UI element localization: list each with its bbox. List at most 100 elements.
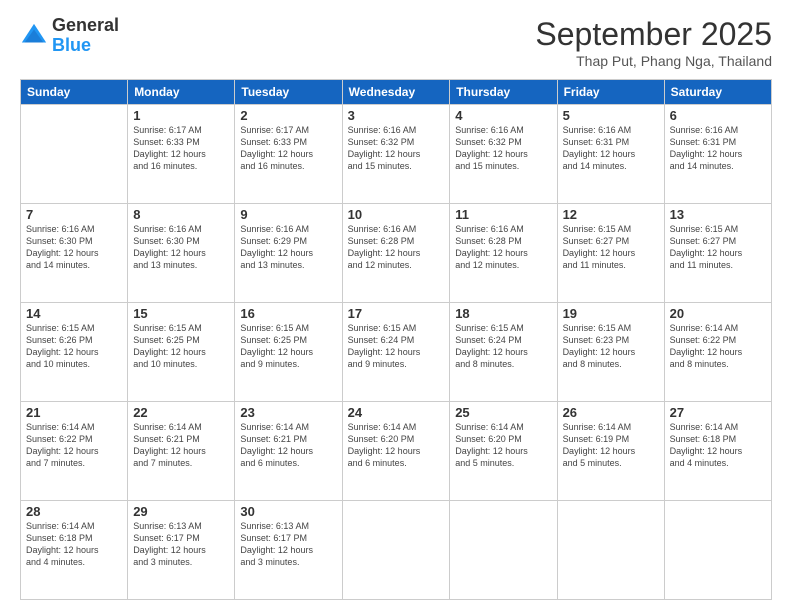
day-number: 3: [348, 108, 445, 123]
day-info: Sunrise: 6:15 AM Sunset: 6:25 PM Dayligh…: [240, 322, 336, 371]
day-info: Sunrise: 6:17 AM Sunset: 6:33 PM Dayligh…: [240, 124, 336, 173]
day-number: 15: [133, 306, 229, 321]
day-info: Sunrise: 6:13 AM Sunset: 6:17 PM Dayligh…: [240, 520, 336, 569]
calendar-cell: 25Sunrise: 6:14 AM Sunset: 6:20 PM Dayli…: [450, 402, 557, 501]
calendar-cell: 9Sunrise: 6:16 AM Sunset: 6:29 PM Daylig…: [235, 204, 342, 303]
calendar-cell: 18Sunrise: 6:15 AM Sunset: 6:24 PM Dayli…: [450, 303, 557, 402]
day-info: Sunrise: 6:15 AM Sunset: 6:27 PM Dayligh…: [670, 223, 766, 272]
calendar-row-2: 14Sunrise: 6:15 AM Sunset: 6:26 PM Dayli…: [21, 303, 772, 402]
day-number: 19: [563, 306, 659, 321]
day-info: Sunrise: 6:17 AM Sunset: 6:33 PM Dayligh…: [133, 124, 229, 173]
calendar-cell: 24Sunrise: 6:14 AM Sunset: 6:20 PM Dayli…: [342, 402, 450, 501]
calendar-cell: 1Sunrise: 6:17 AM Sunset: 6:33 PM Daylig…: [128, 105, 235, 204]
month-title: September 2025: [535, 16, 772, 53]
calendar-row-0: 1Sunrise: 6:17 AM Sunset: 6:33 PM Daylig…: [21, 105, 772, 204]
day-number: 16: [240, 306, 336, 321]
calendar-cell: 29Sunrise: 6:13 AM Sunset: 6:17 PM Dayli…: [128, 501, 235, 600]
day-info: Sunrise: 6:16 AM Sunset: 6:28 PM Dayligh…: [348, 223, 445, 272]
calendar-row-3: 21Sunrise: 6:14 AM Sunset: 6:22 PM Dayli…: [21, 402, 772, 501]
day-number: 13: [670, 207, 766, 222]
day-info: Sunrise: 6:16 AM Sunset: 6:31 PM Dayligh…: [670, 124, 766, 173]
day-number: 26: [563, 405, 659, 420]
day-number: 18: [455, 306, 551, 321]
day-number: 29: [133, 504, 229, 519]
calendar-cell: 22Sunrise: 6:14 AM Sunset: 6:21 PM Dayli…: [128, 402, 235, 501]
header-day-sunday: Sunday: [21, 80, 128, 105]
logo-blue-text: Blue: [52, 36, 119, 56]
calendar-cell: 3Sunrise: 6:16 AM Sunset: 6:32 PM Daylig…: [342, 105, 450, 204]
calendar-cell: 2Sunrise: 6:17 AM Sunset: 6:33 PM Daylig…: [235, 105, 342, 204]
day-info: Sunrise: 6:15 AM Sunset: 6:24 PM Dayligh…: [455, 322, 551, 371]
calendar-cell: 21Sunrise: 6:14 AM Sunset: 6:22 PM Dayli…: [21, 402, 128, 501]
day-info: Sunrise: 6:16 AM Sunset: 6:30 PM Dayligh…: [133, 223, 229, 272]
day-info: Sunrise: 6:14 AM Sunset: 6:20 PM Dayligh…: [348, 421, 445, 470]
day-number: 12: [563, 207, 659, 222]
day-info: Sunrise: 6:15 AM Sunset: 6:23 PM Dayligh…: [563, 322, 659, 371]
day-number: 1: [133, 108, 229, 123]
day-number: 10: [348, 207, 445, 222]
calendar-cell: [557, 501, 664, 600]
day-number: 17: [348, 306, 445, 321]
calendar-cell: 4Sunrise: 6:16 AM Sunset: 6:32 PM Daylig…: [450, 105, 557, 204]
calendar-cell: 23Sunrise: 6:14 AM Sunset: 6:21 PM Dayli…: [235, 402, 342, 501]
calendar-cell: 26Sunrise: 6:14 AM Sunset: 6:19 PM Dayli…: [557, 402, 664, 501]
day-number: 5: [563, 108, 659, 123]
calendar-cell: [450, 501, 557, 600]
header-day-wednesday: Wednesday: [342, 80, 450, 105]
calendar-cell: 8Sunrise: 6:16 AM Sunset: 6:30 PM Daylig…: [128, 204, 235, 303]
logo: General Blue: [20, 16, 119, 56]
day-number: 2: [240, 108, 336, 123]
header-day-friday: Friday: [557, 80, 664, 105]
calendar-cell: [21, 105, 128, 204]
calendar-row-4: 28Sunrise: 6:14 AM Sunset: 6:18 PM Dayli…: [21, 501, 772, 600]
day-info: Sunrise: 6:14 AM Sunset: 6:18 PM Dayligh…: [670, 421, 766, 470]
calendar-cell: 10Sunrise: 6:16 AM Sunset: 6:28 PM Dayli…: [342, 204, 450, 303]
day-info: Sunrise: 6:14 AM Sunset: 6:22 PM Dayligh…: [670, 322, 766, 371]
day-info: Sunrise: 6:16 AM Sunset: 6:32 PM Dayligh…: [348, 124, 445, 173]
day-info: Sunrise: 6:14 AM Sunset: 6:21 PM Dayligh…: [133, 421, 229, 470]
logo-icon: [20, 22, 48, 50]
calendar-cell: 13Sunrise: 6:15 AM Sunset: 6:27 PM Dayli…: [664, 204, 771, 303]
day-number: 8: [133, 207, 229, 222]
header-day-thursday: Thursday: [450, 80, 557, 105]
day-info: Sunrise: 6:16 AM Sunset: 6:29 PM Dayligh…: [240, 223, 336, 272]
day-number: 22: [133, 405, 229, 420]
day-number: 28: [26, 504, 122, 519]
day-number: 11: [455, 207, 551, 222]
day-info: Sunrise: 6:16 AM Sunset: 6:28 PM Dayligh…: [455, 223, 551, 272]
calendar-cell: 15Sunrise: 6:15 AM Sunset: 6:25 PM Dayli…: [128, 303, 235, 402]
day-number: 6: [670, 108, 766, 123]
day-number: 27: [670, 405, 766, 420]
calendar-header: SundayMondayTuesdayWednesdayThursdayFrid…: [21, 80, 772, 105]
header-row: SundayMondayTuesdayWednesdayThursdayFrid…: [21, 80, 772, 105]
day-info: Sunrise: 6:15 AM Sunset: 6:27 PM Dayligh…: [563, 223, 659, 272]
day-info: Sunrise: 6:16 AM Sunset: 6:31 PM Dayligh…: [563, 124, 659, 173]
calendar-cell: 14Sunrise: 6:15 AM Sunset: 6:26 PM Dayli…: [21, 303, 128, 402]
logo-general-text: General: [52, 16, 119, 36]
title-section: September 2025 Thap Put, Phang Nga, Thai…: [535, 16, 772, 69]
day-number: 4: [455, 108, 551, 123]
day-number: 23: [240, 405, 336, 420]
day-number: 21: [26, 405, 122, 420]
calendar-cell: [664, 501, 771, 600]
calendar-cell: 11Sunrise: 6:16 AM Sunset: 6:28 PM Dayli…: [450, 204, 557, 303]
calendar-cell: 7Sunrise: 6:16 AM Sunset: 6:30 PM Daylig…: [21, 204, 128, 303]
day-info: Sunrise: 6:14 AM Sunset: 6:22 PM Dayligh…: [26, 421, 122, 470]
calendar-cell: 27Sunrise: 6:14 AM Sunset: 6:18 PM Dayli…: [664, 402, 771, 501]
day-number: 25: [455, 405, 551, 420]
calendar-cell: 30Sunrise: 6:13 AM Sunset: 6:17 PM Dayli…: [235, 501, 342, 600]
day-info: Sunrise: 6:16 AM Sunset: 6:32 PM Dayligh…: [455, 124, 551, 173]
calendar-row-1: 7Sunrise: 6:16 AM Sunset: 6:30 PM Daylig…: [21, 204, 772, 303]
calendar-cell: 16Sunrise: 6:15 AM Sunset: 6:25 PM Dayli…: [235, 303, 342, 402]
day-info: Sunrise: 6:15 AM Sunset: 6:25 PM Dayligh…: [133, 322, 229, 371]
calendar-cell: 19Sunrise: 6:15 AM Sunset: 6:23 PM Dayli…: [557, 303, 664, 402]
location-subtitle: Thap Put, Phang Nga, Thailand: [535, 53, 772, 69]
day-number: 20: [670, 306, 766, 321]
day-info: Sunrise: 6:14 AM Sunset: 6:19 PM Dayligh…: [563, 421, 659, 470]
header-day-saturday: Saturday: [664, 80, 771, 105]
calendar-table: SundayMondayTuesdayWednesdayThursdayFrid…: [20, 79, 772, 600]
day-info: Sunrise: 6:15 AM Sunset: 6:24 PM Dayligh…: [348, 322, 445, 371]
header-day-tuesday: Tuesday: [235, 80, 342, 105]
day-info: Sunrise: 6:16 AM Sunset: 6:30 PM Dayligh…: [26, 223, 122, 272]
day-number: 9: [240, 207, 336, 222]
